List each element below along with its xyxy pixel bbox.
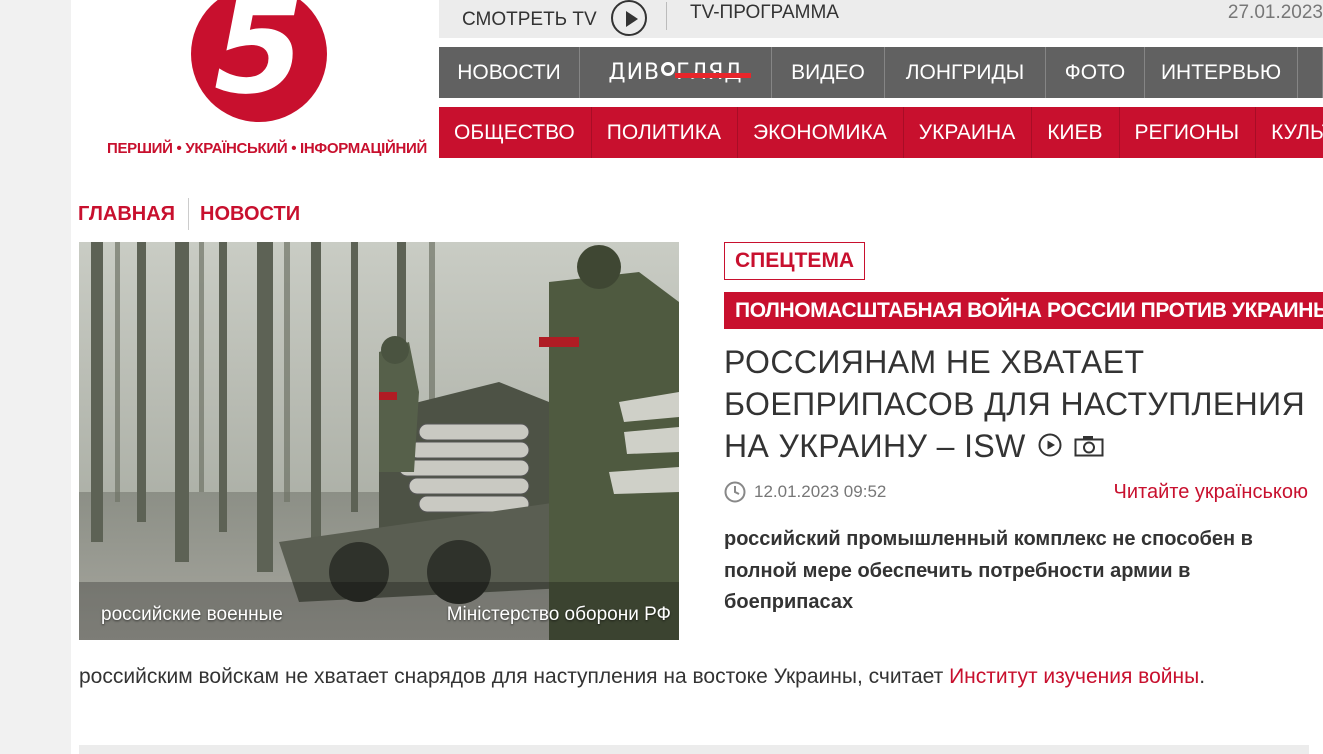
body-text-start: российским войскам не хватает снарядов д…	[79, 665, 950, 688]
nav-item-culture[interactable]: КУЛЬТУРА	[1256, 107, 1323, 158]
nav-item-news[interactable]: НОВОСТИ	[439, 47, 580, 98]
breadcrumb-separator	[188, 198, 190, 230]
nav-item-society[interactable]: ОБЩЕСТВО	[439, 107, 592, 158]
photo-credit: Міністерство оборони РФ	[446, 604, 671, 625]
isw-link[interactable]: Институт изучения войны	[949, 665, 1199, 688]
article-meta: 12.01.2023 09:52	[724, 481, 886, 503]
divo-left: ДИВ	[608, 60, 661, 85]
tv-program-link[interactable]: TV-ПРОГРАММА	[690, 2, 839, 24]
nav-item-more[interactable]	[1298, 47, 1323, 98]
divo-accent-bar	[675, 73, 751, 78]
logo-tagline: ПЕРШИЙ • УКРАЇНСЬКИЙ • ІНФОРМАЦІЙНИЙ	[107, 140, 428, 157]
watch-tv-button[interactable]: СМОТРЕТЬ TV	[462, 0, 647, 38]
nav-item-politics[interactable]: ПОЛИТИКА	[592, 107, 738, 158]
article-lead: российский промышленный комплекс не спос…	[724, 528, 1253, 613]
nav-item-regions[interactable]: РЕГИОНЫ	[1120, 107, 1257, 158]
site-logo[interactable]: 5 ПЕРШИЙ • УКРАЇНСЬКИЙ • ІНФОРМАЦІЙНИЙ	[107, 0, 428, 165]
divo-eye-icon	[661, 62, 676, 76]
breadcrumb-news[interactable]: НОВОСТИ	[200, 203, 300, 226]
current-date: 27.01.2023	[1227, 2, 1323, 23]
special-topic-tag[interactable]: СПЕЦТЕМА	[724, 242, 866, 280]
video-play-icon	[1038, 425, 1062, 467]
photo-caption: российские военные	[101, 604, 283, 625]
breadcrumb: ГЛАВНАЯ НОВОСТИ	[78, 198, 300, 230]
bottom-bar	[79, 745, 1309, 754]
nav-item-video[interactable]: ВИДЕО	[772, 47, 885, 98]
article-photo[interactable]: российские военные Міністерство оборони …	[79, 242, 679, 640]
read-in-ukrainian-link[interactable]: Читайте українською	[1114, 481, 1308, 504]
sections-nav: ОБЩЕСТВО ПОЛИТИКА ЭКОНОМИКА УКРАИНА КИЕВ…	[439, 107, 1323, 158]
nav-item-ukraine[interactable]: УКРАИНА	[904, 107, 1033, 158]
camera-icon	[1074, 425, 1104, 467]
article-body: российским войскам не хватает снарядов д…	[79, 661, 1299, 692]
primary-nav: НОВОСТИ ДИВГЛЯД ВИДЕО ЛОНГРИДЫ ФОТО ИНТЕ…	[439, 47, 1323, 98]
nav-item-economy[interactable]: ЭКОНОМИКА	[738, 107, 904, 158]
topbar-divider	[666, 2, 667, 30]
logo-number: 5	[213, 0, 305, 123]
nav-item-interview[interactable]: ИНТЕРВЬЮ	[1145, 47, 1298, 98]
play-icon	[610, 0, 647, 36]
watch-tv-label: СМОТРЕТЬ TV	[462, 9, 597, 30]
photo-scene-illustration	[79, 242, 679, 640]
top-bar: СМОТРЕТЬ TV TV-ПРОГРАММА 27.01.2023	[439, 0, 1323, 38]
headline-text: РОССИЯНАМ НЕ ХВАТАЕТ БОЕПРИПАСОВ ДЛЯ НАС…	[724, 344, 1306, 464]
nav-item-longreads[interactable]: ЛОНГРИДЫ	[885, 47, 1046, 98]
breadcrumb-home[interactable]: ГЛАВНАЯ	[78, 203, 175, 226]
nav-item-photo[interactable]: ФОТО	[1046, 47, 1145, 98]
nav-item-divogliad[interactable]: ДИВГЛЯД	[580, 47, 772, 98]
article-headline: РОССИЯНАМ НЕ ХВАТАЕТ БОЕПРИПАСОВ ДЛЯ НАС…	[724, 341, 1314, 470]
topic-tag[interactable]: ПОЛНОМАСШТАБНАЯ ВОЙНА РОССИИ ПРОТИВ УКРА…	[724, 292, 1323, 329]
page: 5 ПЕРШИЙ • УКРАЇНСЬКИЙ • ІНФОРМАЦІЙНИЙ С…	[71, 0, 1323, 754]
publish-date: 12.01.2023 09:52	[754, 482, 887, 501]
clock-icon	[724, 481, 746, 503]
body-text-end: .	[1199, 665, 1206, 688]
nav-item-kyiv[interactable]: КИЕВ	[1032, 107, 1120, 158]
